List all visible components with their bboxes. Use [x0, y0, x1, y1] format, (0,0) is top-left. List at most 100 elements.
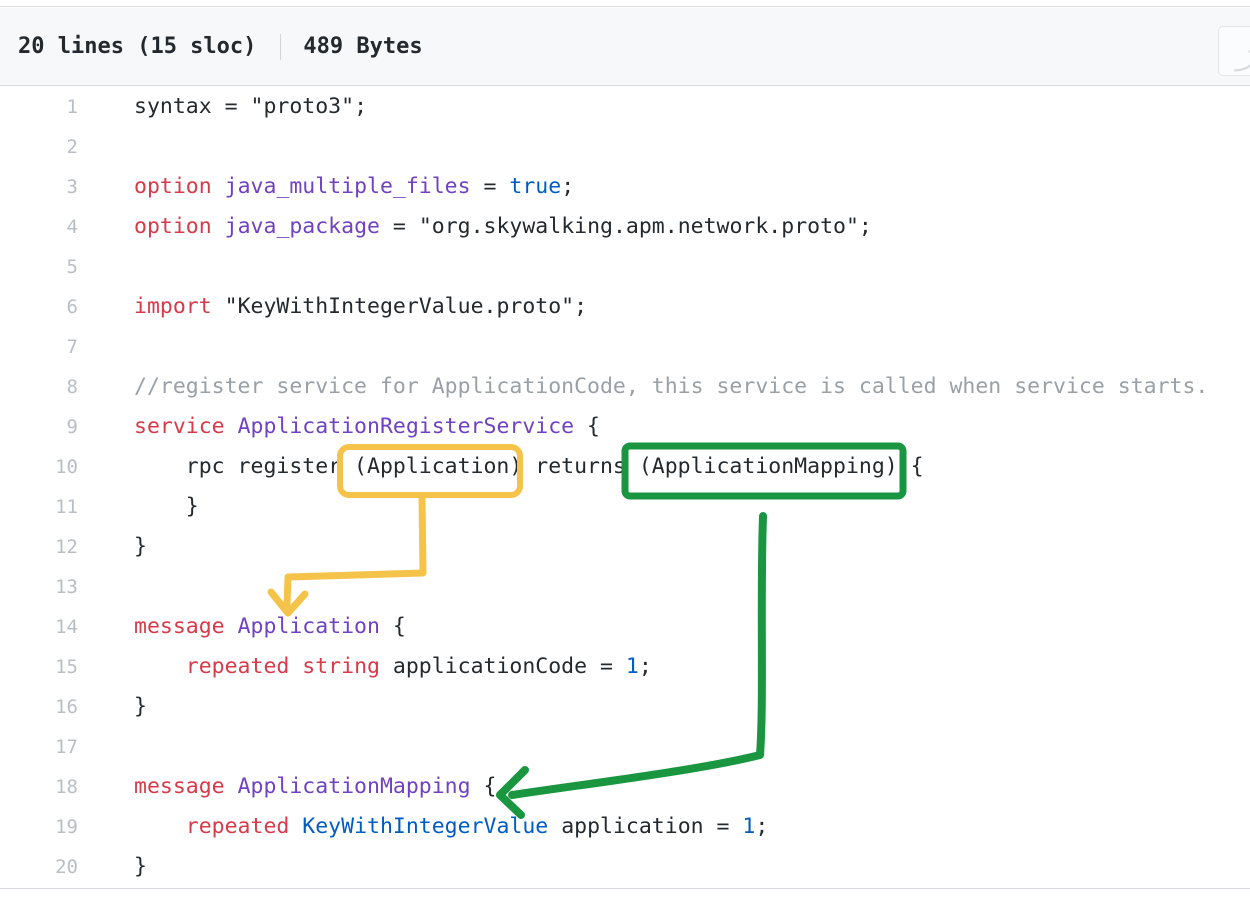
line-number[interactable]: 9 — [0, 407, 94, 447]
line-number[interactable]: 18 — [0, 767, 94, 807]
code-token: = — [211, 94, 251, 119]
code-token: ApplicationMapping — [237, 774, 471, 799]
line-number[interactable]: 1 — [0, 87, 94, 127]
line-number[interactable]: 5 — [0, 247, 94, 287]
code-token: applicationCode = — [379, 654, 626, 679]
code-line-row: 5 — [0, 247, 1250, 287]
code-line-row: 9 service ApplicationRegisterService { — [0, 407, 1250, 447]
file-code-viewer: 20 lines (15 sloc) 489 Bytes ⤴ 1syntax =… — [0, 0, 1250, 904]
code-token: ; — [354, 94, 368, 119]
code-token: ; — [561, 174, 575, 199]
line-number[interactable]: 19 — [0, 807, 94, 847]
code-token: } — [134, 694, 147, 719]
line-content[interactable]: message ApplicationMapping { — [94, 767, 1250, 807]
code-line-row: 4 option java_package = "org.skywalking.a… — [0, 207, 1250, 247]
code-token: option — [134, 174, 212, 199]
code-token: 1 — [742, 814, 756, 839]
line-number[interactable]: 15 — [0, 647, 94, 687]
line-content[interactable] — [94, 247, 1250, 287]
code-token: "proto3" — [250, 94, 355, 119]
line-number[interactable]: 2 — [0, 127, 94, 167]
code-line-row: 8 //register service for ApplicationCode,… — [0, 367, 1250, 407]
code-token: } — [134, 494, 199, 519]
code-token: = — [470, 174, 510, 199]
code-line-row: 11 } — [0, 487, 1250, 527]
code-token: java_multiple_files — [224, 174, 471, 199]
file-meta: 20 lines (15 sloc) 489 Bytes — [18, 33, 423, 60]
footer-strip — [0, 889, 1250, 904]
code-line-row: 18 message ApplicationMapping { — [0, 767, 1250, 807]
code-line-row: 20} — [0, 847, 1250, 887]
line-number[interactable]: 7 — [0, 327, 94, 367]
code-token: ; — [755, 814, 769, 839]
code-line-row: 16} — [0, 687, 1250, 727]
code-token: KeyWithIntegerValue — [302, 814, 549, 839]
code-token: string — [302, 654, 380, 679]
line-content[interactable]: } — [94, 847, 1250, 887]
line-number[interactable]: 3 — [0, 167, 94, 207]
line-number[interactable]: 20 — [0, 847, 94, 887]
code-token: application = — [548, 814, 743, 839]
file-header-bar: 20 lines (15 sloc) 489 Bytes ⤴ — [0, 8, 1250, 86]
line-number[interactable]: 16 — [0, 687, 94, 727]
code-token: = — [379, 214, 419, 239]
line-content[interactable]: //register service for ApplicationCode, … — [94, 367, 1250, 407]
code-token: } — [134, 534, 147, 559]
header-action-button[interactable]: ⤴ — [1218, 26, 1250, 76]
code-token: Application — [237, 614, 380, 639]
line-content[interactable]: repeated KeyWithIntegerValue application… — [94, 807, 1250, 847]
line-content[interactable] — [94, 727, 1250, 767]
line-number[interactable]: 4 — [0, 207, 94, 247]
code-line-row: 17 — [0, 727, 1250, 767]
line-content[interactable]: rpc register (Application) returns (Appl… — [94, 447, 1250, 487]
line-number[interactable]: 17 — [0, 727, 94, 767]
code-token: { — [574, 414, 600, 439]
line-content[interactable]: option java_multiple_files = true; — [94, 167, 1250, 207]
line-content[interactable]: message Application { — [94, 607, 1250, 647]
code-token: ; — [858, 214, 872, 239]
line-content[interactable]: repeated string applicationCode = 1; — [94, 647, 1250, 687]
code-token: repeated — [185, 654, 290, 679]
code-line-row: 15 repeated string applicationCode = 1; — [0, 647, 1250, 687]
line-content[interactable]: syntax = "proto3"; — [94, 87, 1250, 127]
line-content[interactable] — [94, 567, 1250, 607]
code-token: "org.skywalking.apm.network.proto" — [418, 214, 859, 239]
line-number[interactable]: 10 — [0, 447, 94, 487]
code-token: message — [134, 774, 225, 799]
file-lines-count: 20 lines (15 sloc) — [18, 34, 257, 59]
code-line-row: 3 option java_multiple_files = true; — [0, 167, 1250, 207]
line-number[interactable]: 11 — [0, 487, 94, 527]
code-line-row: 13 — [0, 567, 1250, 607]
code-token: message — [134, 614, 225, 639]
line-content[interactable]: import "KeyWithIntegerValue.proto"; — [94, 287, 1250, 327]
line-number[interactable]: 8 — [0, 367, 94, 407]
code-line-row: 14 message Application { — [0, 607, 1250, 647]
code-token: option — [134, 214, 212, 239]
line-number[interactable]: 12 — [0, 527, 94, 567]
code-token: } — [134, 854, 147, 879]
line-content[interactable] — [94, 327, 1250, 367]
code-token: 1 — [625, 654, 639, 679]
line-content[interactable] — [94, 127, 1250, 167]
code-line-row: 1 syntax = "proto3"; — [0, 87, 1250, 127]
line-content[interactable]: } — [94, 527, 1250, 567]
line-number[interactable]: 6 — [0, 287, 94, 327]
line-number[interactable]: 13 — [0, 567, 94, 607]
line-content[interactable]: } — [94, 487, 1250, 527]
code-token: "KeyWithIntegerValue.proto" — [224, 294, 575, 319]
line-content[interactable]: service ApplicationRegisterService { — [94, 407, 1250, 447]
line-content[interactable]: } — [94, 687, 1250, 727]
code-line-row: 12} — [0, 527, 1250, 567]
code-token: import — [134, 294, 212, 319]
line-content[interactable]: option java_package = "org.skywalking.ap… — [94, 207, 1250, 247]
code-token: java_package — [224, 214, 380, 239]
line-number[interactable]: 14 — [0, 607, 94, 647]
code-token: ; — [638, 654, 652, 679]
code-scroll-container[interactable]: 1 syntax = "proto3"; 2 3 option java_multip… — [0, 87, 1250, 888]
meta-separator — [280, 33, 282, 60]
